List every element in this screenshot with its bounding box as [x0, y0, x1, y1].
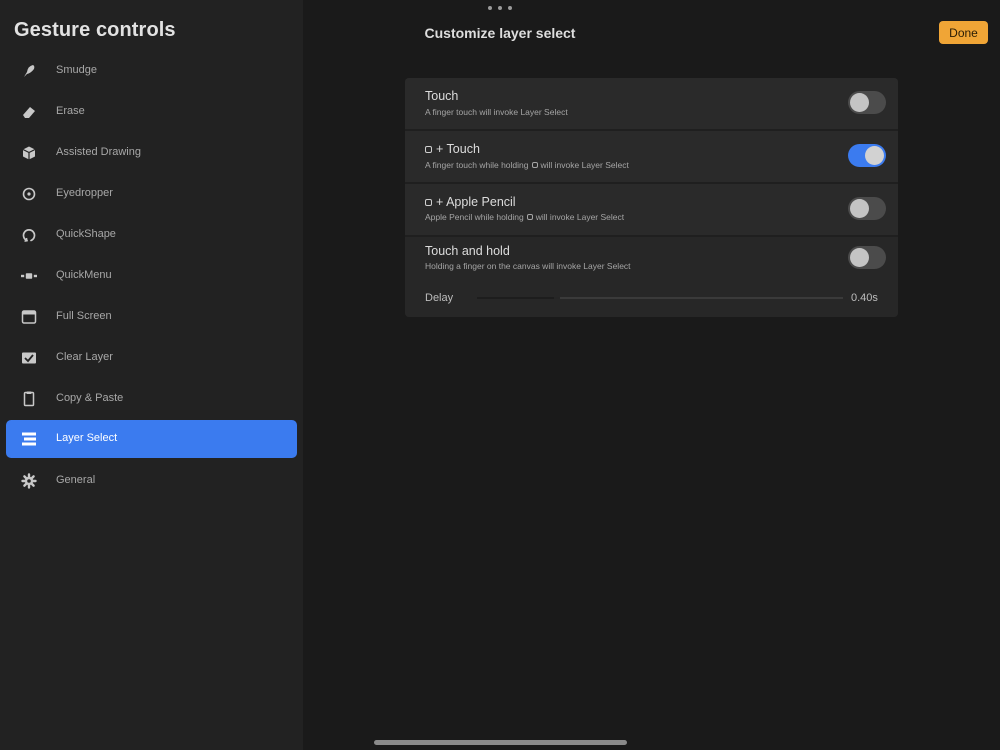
option-row-modifier-apple-pencil: + Apple Pencil Apple Pencil while holdin… — [405, 184, 898, 235]
option-subtitle: A finger touch while holding will invoke… — [425, 160, 629, 170]
layer-select-icon — [20, 431, 38, 447]
cube-icon — [20, 145, 38, 161]
option-row-modifier-touch: + Touch A finger touch while holding wil… — [405, 131, 898, 182]
sidebar-item-general[interactable]: General — [6, 462, 297, 500]
sidebar-item-quickshape[interactable]: QuickShape — [6, 216, 297, 254]
option-subtitle: Holding a finger on the canvas will invo… — [425, 261, 631, 271]
eyedropper-icon — [20, 186, 38, 202]
sidebar-item-full-screen[interactable]: Full Screen — [6, 298, 297, 336]
toggle-knob — [850, 248, 869, 267]
clear-layer-icon — [20, 350, 38, 366]
sidebar-item-layer-select[interactable]: Layer Select — [6, 420, 297, 458]
sidebar-item-eyedropper[interactable]: Eyedropper — [6, 175, 297, 213]
toggle-knob — [865, 146, 884, 165]
toggle-knob — [850, 93, 869, 112]
sidebar-item-label: Eyedropper — [56, 187, 113, 199]
sidebar-item-smudge[interactable]: Smudge — [6, 52, 297, 90]
more-dots-icon[interactable] — [488, 3, 512, 13]
modifier-key-icon — [425, 146, 432, 153]
sidebar-item-clear-layer[interactable]: Clear Layer — [6, 339, 297, 377]
quickmenu-icon — [20, 268, 38, 284]
copy-paste-icon — [20, 391, 38, 407]
slider-fill — [477, 297, 554, 299]
slider-thumb[interactable] — [554, 297, 560, 299]
delay-label: Delay — [425, 292, 453, 304]
sidebar-item-quickmenu[interactable]: QuickMenu — [6, 257, 297, 295]
sidebar-item-label: Smudge — [56, 64, 97, 76]
gear-icon — [20, 473, 38, 489]
sidebar-item-label: Full Screen — [56, 310, 112, 322]
sidebar-item-label: Copy & Paste — [56, 392, 123, 404]
home-indicator[interactable] — [374, 740, 627, 745]
sidebar-item-label: Assisted Drawing — [56, 146, 141, 158]
option-subtitle: Apple Pencil while holding will invoke L… — [425, 212, 624, 222]
touch-toggle[interactable] — [848, 91, 886, 114]
quickshape-icon — [20, 227, 38, 243]
sidebar-item-assisted-drawing[interactable]: Assisted Drawing — [6, 134, 297, 172]
eraser-icon — [20, 104, 38, 120]
sidebar-item-label: General — [56, 474, 95, 486]
touch-and-hold-toggle[interactable] — [848, 246, 886, 269]
done-button[interactable]: Done — [939, 21, 988, 44]
sidebar-item-label: QuickMenu — [56, 269, 112, 281]
modifier-key-icon — [425, 199, 432, 206]
sidebar-item-label: Erase — [56, 105, 85, 117]
sidebar-item-label: Layer Select — [56, 432, 117, 444]
settings-panel: Touch A finger touch will invoke Layer S… — [405, 78, 898, 317]
modifier-key-icon — [527, 214, 533, 220]
modifier-touch-toggle[interactable] — [848, 144, 886, 167]
delay-slider[interactable] — [477, 288, 843, 308]
delay-value: 0.40s — [851, 292, 878, 304]
option-subtitle: A finger touch will invoke Layer Select — [425, 107, 568, 117]
sidebar-title: Gesture controls — [14, 19, 176, 42]
option-title: + Apple Pencil — [425, 195, 516, 209]
sidebar-item-copy-paste[interactable]: Copy & Paste — [6, 380, 297, 418]
sidebar: Gesture controls Smudge Erase Assisted D… — [0, 0, 303, 750]
sidebar-item-erase[interactable]: Erase — [6, 93, 297, 131]
sidebar-item-label: Clear Layer — [56, 351, 113, 363]
option-title: + Touch — [425, 142, 480, 156]
option-title: Touch and hold — [425, 244, 510, 258]
page-title: Customize layer select — [425, 25, 576, 41]
sidebar-item-label: QuickShape — [56, 228, 116, 240]
smudge-icon — [20, 63, 38, 79]
option-title: Touch — [425, 89, 458, 103]
option-row-touch: Touch A finger touch will invoke Layer S… — [405, 78, 898, 129]
toggle-knob — [850, 199, 869, 218]
modifier-key-icon — [532, 162, 538, 168]
modifier-apple-pencil-toggle[interactable] — [848, 197, 886, 220]
fullscreen-icon — [20, 309, 38, 325]
